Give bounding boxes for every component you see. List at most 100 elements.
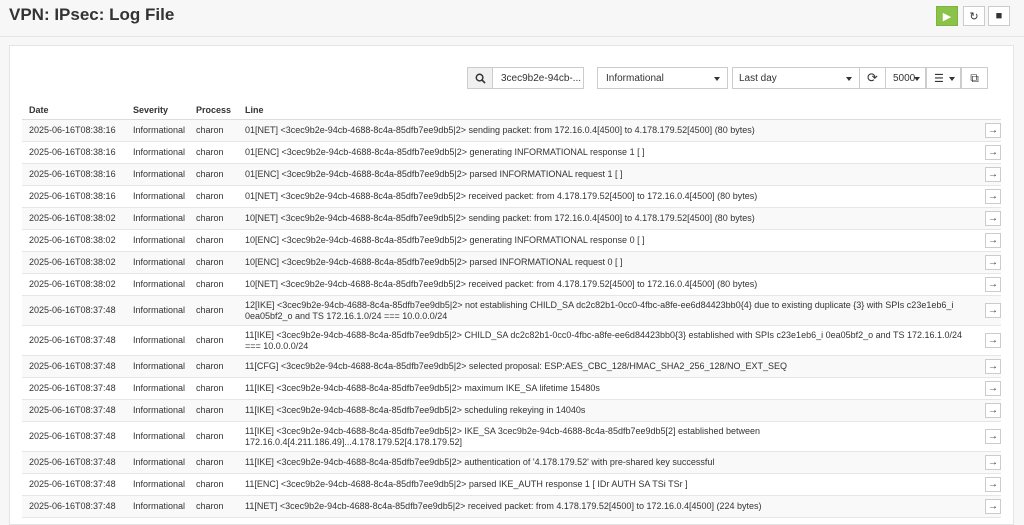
cell-action: →	[978, 229, 1001, 252]
search-button[interactable]	[467, 67, 493, 89]
cell-process: charon	[189, 421, 238, 452]
cell-line: 11[IKE] <3cec9b2e-94cb-4688-8c4a-85dfb7e…	[238, 399, 978, 422]
cell-line: 12[IKE] <3cec9b2e-94cb-4688-8c4a-85dfb7e…	[238, 295, 978, 326]
timespan-select[interactable]: Last day	[732, 67, 860, 89]
cell-date: 2025-06-16T08:38:16	[22, 185, 126, 208]
export-icon: ⧉	[970, 70, 979, 85]
cell-process: charon	[189, 251, 238, 274]
cell-line: 10[NET] <3cec9b2e-94cb-4688-8c4a-85dfb7e…	[238, 207, 978, 230]
row-details-button[interactable]: →	[985, 333, 1001, 348]
log-panel: 3cec9b2e-94cb-... Informational Last day…	[9, 45, 1014, 525]
table-row: 2025-06-16T08:38:16 Informational charon 01…	[22, 185, 1001, 208]
arrow-right-icon: →	[988, 361, 998, 372]
cell-action: →	[978, 119, 1001, 142]
row-details-button[interactable]: →	[985, 189, 1001, 204]
cell-severity: Informational	[126, 229, 189, 252]
arrow-right-icon: →	[988, 501, 998, 512]
table-row: 2025-06-16T08:37:48 Informational charon 12…	[22, 295, 1001, 326]
row-details-button[interactable]: →	[985, 255, 1001, 270]
arrow-right-icon: →	[988, 405, 998, 416]
cell-action: →	[978, 377, 1001, 400]
arrow-right-icon: →	[988, 279, 998, 290]
refresh-button[interactable]: ⟳	[859, 67, 886, 89]
row-details-button[interactable]: →	[985, 167, 1001, 182]
column-header-process[interactable]: Process	[189, 100, 238, 120]
column-header-actions	[978, 100, 1001, 120]
arrow-right-icon: →	[988, 235, 998, 246]
row-details-button[interactable]: →	[985, 499, 1001, 514]
search-icon	[475, 73, 486, 84]
search-input[interactable]: 3cec9b2e-94cb-...	[492, 67, 584, 89]
table-row: 2025-06-16T08:38:02 Informational charon 10…	[22, 207, 1001, 230]
cell-date: 2025-06-16T08:38:02	[22, 229, 126, 252]
row-details-button[interactable]: →	[985, 359, 1001, 374]
cell-date: 2025-06-16T08:38:02	[22, 273, 126, 296]
cell-line: 01[ENC] <3cec9b2e-94cb-4688-8c4a-85dfb7e…	[238, 163, 978, 186]
cell-line: 10[ENC] <3cec9b2e-94cb-4688-8c4a-85dfb7e…	[238, 251, 978, 274]
table-row: 2025-06-16T08:38:02 Informational charon 10…	[22, 229, 1001, 252]
table-row: 2025-06-16T08:37:48 Informational charon 11…	[22, 473, 1001, 496]
timespan-select-value: Last day	[739, 72, 777, 84]
cell-process: charon	[189, 325, 238, 356]
row-details-button[interactable]: →	[985, 211, 1001, 226]
row-details-button[interactable]: →	[985, 455, 1001, 470]
cell-line: 11[CFG] <3cec9b2e-94cb-4688-8c4a-85dfb7e…	[238, 355, 978, 378]
row-details-button[interactable]: →	[985, 403, 1001, 418]
table-row: 2025-06-16T08:37:48 Informational charon 11…	[22, 451, 1001, 474]
cell-action: →	[978, 355, 1001, 378]
cell-action: →	[978, 399, 1001, 422]
start-service-button[interactable]: ▶	[936, 6, 958, 26]
arrow-right-icon: →	[988, 457, 998, 468]
play-icon: ▶	[942, 10, 952, 23]
stop-service-button[interactable]: ■	[988, 6, 1010, 26]
severity-select[interactable]: Informational	[597, 67, 728, 89]
column-header-date[interactable]: Date	[22, 100, 126, 120]
row-details-button[interactable]: →	[985, 477, 1001, 492]
row-details-button[interactable]: →	[985, 381, 1001, 396]
table-row: 2025-06-16T08:37:48 Informational charon 11…	[22, 377, 1001, 400]
export-button[interactable]: ⧉	[961, 67, 988, 89]
cell-severity: Informational	[126, 421, 189, 452]
limit-select[interactable]: 5000	[885, 67, 926, 89]
row-details-button[interactable]: →	[985, 145, 1001, 160]
cell-line: 11[NET] <3cec9b2e-94cb-4688-8c4a-85dfb7e…	[238, 495, 978, 518]
cell-process: charon	[189, 119, 238, 142]
cell-action: →	[978, 421, 1001, 452]
cell-action: →	[978, 185, 1001, 208]
cell-severity: Informational	[126, 377, 189, 400]
log-table: Date Severity Process Line 2025-06-16T08…	[22, 100, 1001, 518]
row-details-button[interactable]: →	[985, 233, 1001, 248]
arrow-right-icon: →	[988, 383, 998, 394]
cell-process: charon	[189, 141, 238, 164]
cell-line: 10[ENC] <3cec9b2e-94cb-4688-8c4a-85dfb7e…	[238, 229, 978, 252]
page-title: VPN: IPsec: Log File	[9, 5, 175, 24]
table-row: 2025-06-16T08:38:02 Informational charon 10…	[22, 273, 1001, 296]
row-details-button[interactable]: →	[985, 277, 1001, 292]
columns-button[interactable]: ☰	[926, 67, 961, 89]
reload-icon: ↻	[969, 10, 979, 23]
cell-severity: Informational	[126, 207, 189, 230]
cell-line: 01[NET] <3cec9b2e-94cb-4688-8c4a-85dfb7e…	[238, 185, 978, 208]
cell-process: charon	[189, 473, 238, 496]
table-row: 2025-06-16T08:37:48 Informational charon 11…	[22, 325, 1001, 356]
cell-date: 2025-06-16T08:37:48	[22, 473, 126, 496]
cell-date: 2025-06-16T08:37:48	[22, 377, 126, 400]
cell-severity: Informational	[126, 473, 189, 496]
row-details-button[interactable]: →	[985, 123, 1001, 138]
cell-action: →	[978, 251, 1001, 274]
cell-date: 2025-06-16T08:38:02	[22, 207, 126, 230]
log-table-body: 2025-06-16T08:38:16 Informational charon 01…	[22, 119, 1001, 518]
chevron-down-icon	[914, 77, 920, 81]
cell-severity: Informational	[126, 355, 189, 378]
list-icon: ☰	[934, 72, 944, 85]
column-header-severity[interactable]: Severity	[126, 100, 189, 120]
column-header-line[interactable]: Line	[238, 100, 978, 120]
row-details-button[interactable]: →	[985, 303, 1001, 318]
row-details-button[interactable]: →	[985, 429, 1001, 444]
cell-action: →	[978, 207, 1001, 230]
arrow-right-icon: →	[988, 169, 998, 180]
cell-process: charon	[189, 399, 238, 422]
restart-service-button[interactable]: ↻	[963, 6, 985, 26]
cell-date: 2025-06-16T08:38:16	[22, 119, 126, 142]
arrow-right-icon: →	[988, 257, 998, 268]
